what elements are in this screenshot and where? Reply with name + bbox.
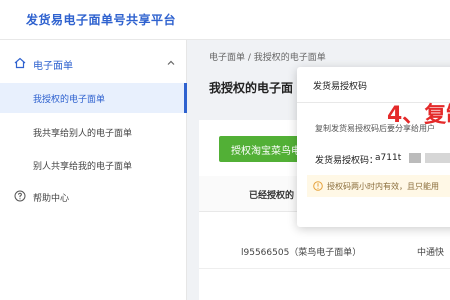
sidebar-item-label: 我共享给别人的电子面单 — [33, 129, 133, 139]
page-title: 我授权的电子面 — [209, 81, 294, 95]
sidebar-group-electronic-waybill[interactable]: 电子面单 — [0, 50, 187, 78]
home-icon — [14, 57, 26, 69]
table-row: l95566505（菜鸟电子面单） 中通快 — [199, 235, 450, 269]
sidebar-item-label: 别人共享给我的电子面单 — [33, 162, 133, 172]
info-circle-icon — [313, 181, 323, 191]
warning-notice: 授权码两小时内有效，且只能用 — [307, 175, 450, 197]
auth-code-value[interactable]: a711t — [375, 153, 401, 163]
sidebar-item-my-authorized[interactable]: 我授权的电子面单 — [0, 83, 187, 113]
sidebar: 电子面单 我授权的电子面单 我共享给别人的电子面单 别人共享给我的电子面单 帮助… — [0, 40, 187, 300]
sidebar-item-help[interactable]: 帮助中心 — [0, 183, 187, 211]
redacted-code-part — [409, 153, 421, 163]
sidebar-group-label: 电子面单 — [33, 61, 73, 72]
modal-hint: 复制发货易授权码后要分享给用户 — [315, 124, 435, 133]
app-title: 发货易电子面单号共享平台 — [26, 13, 177, 27]
auth-code-label: 发货易授权码： — [315, 156, 379, 166]
help-circle-icon — [14, 190, 26, 202]
table-cell-carrier: 中通快 — [417, 248, 445, 258]
sidebar-item-label: 我授权的电子面单 — [33, 95, 106, 105]
table-cell-account: l95566505（菜鸟电子面单） — [241, 248, 362, 258]
sidebar-item-shared-by-me[interactable]: 我共享给别人的电子面单 — [0, 117, 187, 147]
top-header: 发货易电子面单号共享平台 — [0, 0, 450, 40]
redacted-code-part — [425, 153, 450, 163]
table-header-label: 已经授权的 — [249, 191, 295, 201]
warning-text: 授权码两小时内有效，且只能用 — [327, 182, 439, 191]
chevron-up-icon[interactable] — [166, 58, 176, 68]
modal-title: 发货易授权码 — [313, 82, 368, 92]
help-label: 帮助中心 — [33, 194, 70, 204]
sidebar-item-shared-to-me[interactable]: 别人共享给我的电子面单 — [0, 150, 187, 180]
breadcrumb: 电子面单 / 我授权的电子面单 — [209, 53, 326, 63]
auth-code-modal: 发货易授权码 4、复制 复制发货易授权码后要分享给用户 发货易授权码： a711… — [297, 67, 450, 227]
